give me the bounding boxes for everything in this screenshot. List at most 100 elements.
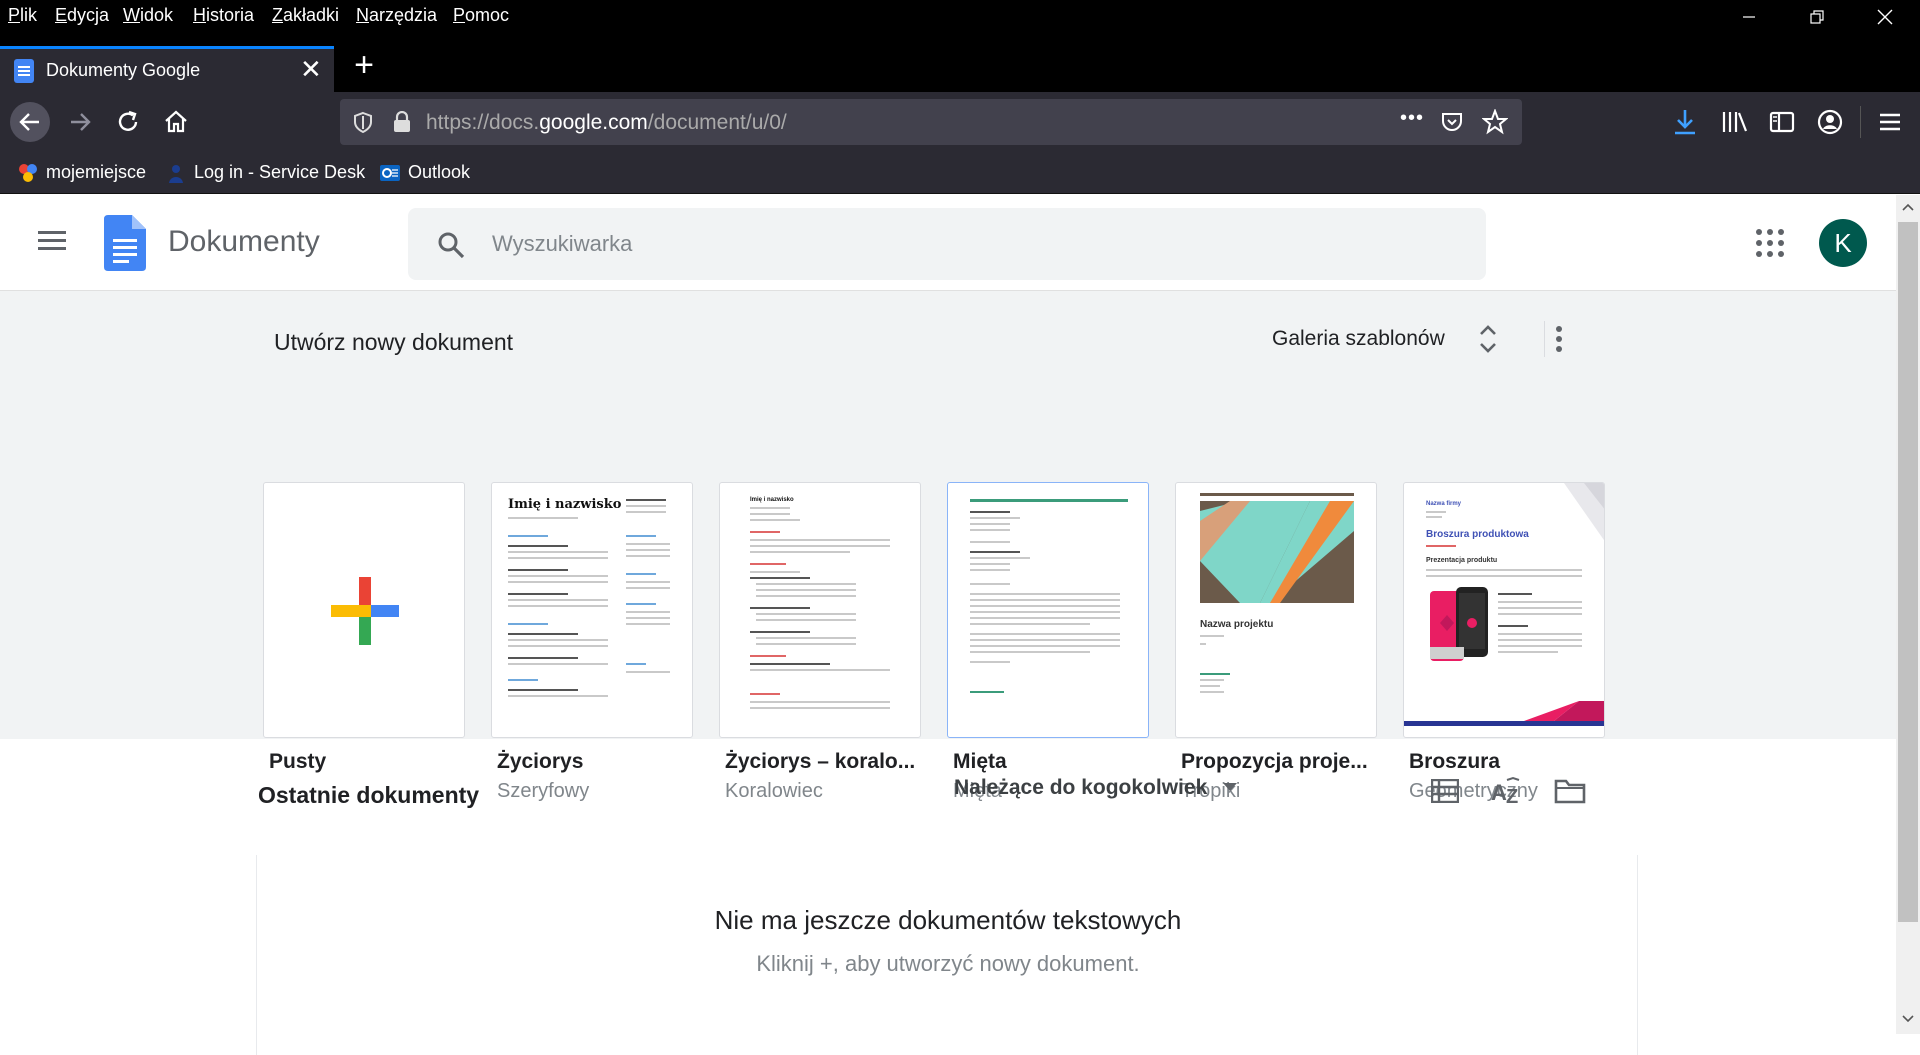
search-input[interactable]: Wyszukiwarka [492,231,632,257]
mojemiejsce-icon [19,163,37,182]
list-view-button[interactable] [1427,773,1463,809]
tab-dokumenty-google[interactable]: Dokumenty Google ✕ [0,46,334,92]
bookmarks-bar: mojemiejsce Log in - Service Desk Outloo… [0,152,1920,194]
app-title: Dokumenty [168,225,320,258]
template-name: Mięta [953,750,1007,773]
scroll-down-icon[interactable] [1902,1015,1914,1023]
empty-state-hint: Kliknij +, aby utworzyć nowy dokument. [756,951,1140,976]
bookmark-label: mojemiejsce [46,162,147,182]
scrollbar-thumb[interactable] [1898,222,1918,922]
template-name: Pusty [269,750,327,773]
app-header: Dokumenty Wyszukiwarka K [0,195,1896,291]
caret-down-icon [1223,783,1238,792]
template-style: Koralowiec [725,780,823,802]
template-name: Broszura [1409,750,1501,773]
forward-button[interactable] [60,102,100,142]
thumb-heading: Imię i nazwisko [508,497,622,512]
menu-pomoc[interactable]: Pomoc [453,5,509,26]
restore-button[interactable] [1790,0,1844,34]
tab-title: Dokumenty Google [46,60,201,80]
more-options-button[interactable] [1544,321,1572,357]
menu-historia[interactable]: Historia [193,5,254,26]
folder-icon [1554,779,1586,804]
thumb-company: Nazwa firmy [1426,501,1462,507]
tropics-artwork [1200,501,1354,603]
menu-edycja[interactable]: Edycja [55,5,109,26]
template-thumbnail[interactable] [947,482,1149,738]
google-apps-icon[interactable] [1756,229,1784,257]
thumb-heading: Broszura produktowa [1426,529,1529,540]
templates-heading: Utwórz nowy dokument [274,329,514,355]
bookmark-mojemiejsce[interactable]: mojemiejsce [18,162,146,183]
geometric-footer [1404,701,1604,726]
template-thumbnail[interactable]: Imię i nazwisko [491,482,693,738]
arrow-left-icon [19,113,39,131]
url-text: https://docs.google.com/document/u/0/ [426,111,787,134]
outlook-icon [380,164,400,181]
back-button[interactable] [10,102,50,142]
menu-zakladki[interactable]: Zakładki [272,5,339,26]
home-button[interactable] [156,102,196,142]
sidebar-icon[interactable] [1768,108,1796,136]
thumb-heading: Nazwa projektu [1200,619,1274,630]
account-avatar[interactable]: K [1819,219,1867,267]
recent-documents-heading: Ostatnie dokumenty [258,782,480,808]
template-thumbnail[interactable]: Nazwa firmy Broszura produktowa Prezenta… [1403,482,1605,738]
empty-state-title: Nie ma jeszcze dokumentów tekstowych [714,905,1182,935]
search-icon[interactable] [436,230,466,260]
bookmark-outlook[interactable]: Outlook [380,162,470,183]
close-window-button[interactable] [1858,0,1912,34]
navigation-bar: https://docs.google.com/document/u/0/ ••… [0,92,1920,152]
bookmark-label: Outlook [408,162,471,182]
owner-filter-dropdown[interactable]: Należące do kogokolwiek [954,776,1238,800]
sort-button[interactable]: AZ [1489,773,1525,809]
owner-filter-label: Należące do kogokolwiek [954,776,1208,799]
url-bar[interactable]: https://docs.google.com/document/u/0/ ••… [340,99,1522,145]
phone-illustration [1430,587,1488,661]
new-tab-button[interactable]: + [346,46,382,86]
page-actions-button[interactable]: ••• [1400,107,1424,130]
tab-close-button[interactable]: ✕ [300,55,322,83]
menu-narzedzia[interactable]: Narzędzia [356,5,437,26]
thumb-heading: Imię i nazwisko [750,497,794,503]
file-picker-button[interactable] [1552,773,1588,809]
docs-app: Dokumenty Wyszukiwarka K Utwórz nowy dok… [0,195,1896,1055]
home-icon [165,110,187,133]
library-icon[interactable] [1720,108,1748,136]
search-box[interactable]: Wyszukiwarka [408,208,1486,280]
template-name: Życiorys – koralo... [725,750,916,773]
hamburger-menu-icon[interactable] [1878,110,1902,134]
template-style: Szeryfowy [497,780,590,802]
template-name: Życiorys [497,750,584,773]
template-thumbnail[interactable] [263,482,465,738]
account-icon[interactable] [1816,108,1844,136]
template-thumbnail[interactable]: Imię i nazwisko [719,482,921,738]
pocket-icon[interactable] [1440,110,1464,134]
svg-text:A: A [1491,780,1507,805]
empty-state: Nie ma jeszcze dokumentów tekstowych Kli… [256,855,1638,1055]
minimize-icon [1743,16,1755,18]
reload-icon [118,110,138,131]
reload-button[interactable] [108,102,148,142]
sort-az-icon: AZ [1491,776,1520,806]
list-view-icon [1431,779,1459,803]
svg-text:Z: Z [1506,786,1518,806]
main-menu-button[interactable] [38,229,68,253]
scroll-up-icon[interactable] [1902,203,1914,211]
template-gallery-button[interactable]: Galeria szablonów [1272,327,1445,351]
menu-plik[interactable]: Plik [8,5,37,26]
service-desk-icon [169,164,183,183]
tab-bar: Dokumenty Google ✕ + [0,34,1920,92]
menu-widok[interactable]: Widok [123,5,173,26]
bookmark-service-desk[interactable]: Log in - Service Desk [166,162,365,183]
downloads-icon[interactable] [1672,108,1698,136]
minimize-button[interactable] [1722,0,1776,34]
template-thumbnail[interactable]: Nazwa projektu [1175,482,1377,738]
bookmark-star-icon[interactable] [1482,109,1508,135]
tracking-shield-icon[interactable] [352,111,374,133]
lock-icon[interactable] [392,111,412,133]
restore-icon [1810,10,1824,24]
docs-logo-icon[interactable] [104,215,146,271]
template-name: Propozycja proje... [1181,750,1368,773]
unfold-icon[interactable] [1476,321,1500,357]
